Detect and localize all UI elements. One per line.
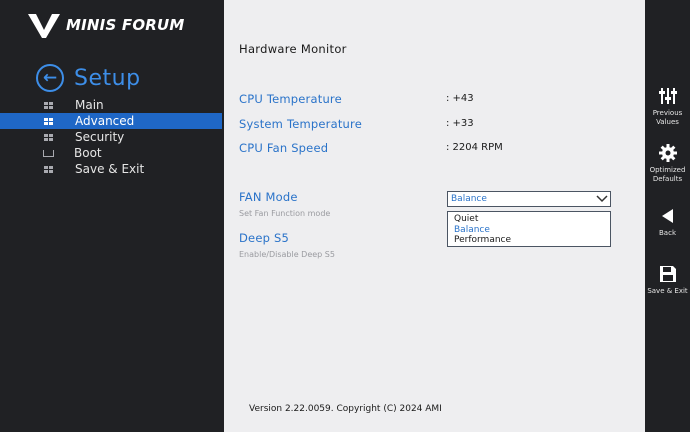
boot-icon [43,149,54,157]
sidebar-item-label: Boot [74,146,102,160]
fan-option-quiet[interactable]: Quiet [448,214,610,225]
optimized-defaults-label: Optimized Defaults [649,166,686,183]
save-exit-button[interactable]: Save & Exit [645,264,690,296]
previous-values-button[interactable]: Previous Values [645,86,690,127]
sidebar-item-boot[interactable]: Boot [0,145,222,161]
cpu-temperature-label: CPU Temperature [239,92,342,106]
sidebar-item-save-exit[interactable]: Save & Exit [0,161,222,177]
floppy-disk-icon [659,266,676,282]
system-temperature-label: System Temperature [239,117,362,131]
cpu-fan-speed-label: CPU Fan Speed [239,141,329,155]
fan-mode-selected-value: Balance [451,194,487,204]
main-content: Hardware Monitor CPU Temperature : +43 S… [224,0,645,432]
cpu-fan-speed-value: : 2204 RPM [446,142,503,153]
minisforum-logo-icon [28,13,60,38]
sliders-icon [658,88,677,104]
grid-icon [44,101,53,109]
version-footer: Version 2.22.0059. Copyright (C) 2024 AM… [249,404,442,414]
fan-mode-label[interactable]: FAN Mode [239,190,298,204]
fan-mode-help: Set Fan Function mode [239,209,331,218]
triangle-left-icon [661,209,673,223]
sidebar-item-label: Advanced [75,114,135,128]
sidebar-item-main[interactable]: Main [0,97,222,113]
optimized-defaults-button[interactable]: Optimized Defaults [645,143,690,184]
right-action-bar: Previous Values Optimized Defaults Back [645,0,690,432]
cpu-temperature-value: : +43 [446,93,474,104]
gear-icon [658,144,677,162]
back-arrow-icon[interactable]: ← [36,64,64,92]
brand-logo: MINIS FORUM [26,10,185,40]
page-title: Hardware Monitor [239,42,347,56]
previous-values-label: Previous Values [652,109,683,126]
setup-title: Setup [74,65,141,91]
fan-option-performance[interactable]: Performance [448,235,610,246]
grid-icon [44,133,53,141]
back-label: Back [659,229,676,237]
sidebar-item-security[interactable]: Security [0,129,222,145]
fan-mode-options-list: Quiet Balance Performance [447,211,611,247]
sidebar-item-label: Security [75,130,125,144]
setup-header: ← Setup [36,64,141,92]
sidebar-item-label: Save & Exit [75,162,145,176]
sidebar-item-advanced[interactable]: Advanced [0,113,222,129]
fan-mode-select[interactable]: Balance [447,191,611,207]
system-temperature-value: : +33 [446,118,474,129]
left-panel: MINIS FORUM ← Setup Main Advanced Securi… [0,0,224,432]
grid-icon [44,165,53,173]
deep-s5-help: Enable/Disable Deep S5 [239,250,335,259]
sidebar-nav: Main Advanced Security Boot Save & Exit [0,97,222,177]
chevron-down-icon[interactable] [594,192,610,206]
fan-option-balance[interactable]: Balance [448,225,610,236]
brand-logo-text: MINIS FORUM [66,16,185,34]
deep-s5-label[interactable]: Deep S5 [239,231,289,245]
back-button[interactable]: Back [645,206,690,238]
grid-icon [44,117,53,125]
save-exit-label: Save & Exit [647,287,688,295]
sidebar-item-label: Main [75,98,104,112]
